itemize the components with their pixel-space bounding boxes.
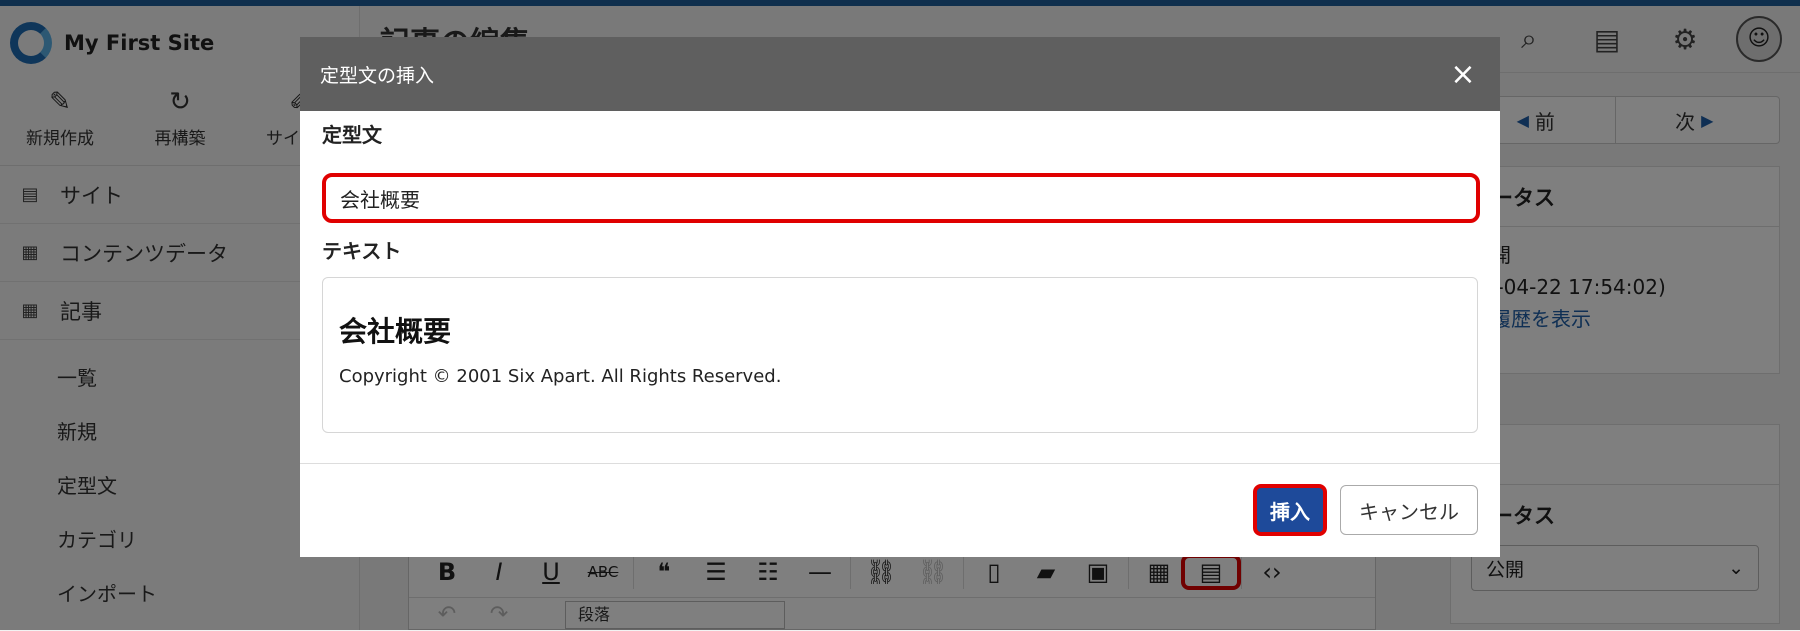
- insert-boilerplate-dialog: 定型文の挿入 × 定型文 テキスト 会社概要 Copyright © 2001 …: [300, 37, 1500, 557]
- dialog-header: 定型文の挿入 ×: [300, 37, 1500, 111]
- text-label: テキスト: [322, 239, 402, 263]
- preview-text: Copyright © 2001 Six Apart. All Rights R…: [339, 366, 782, 387]
- preview-heading: 会社概要: [339, 315, 452, 348]
- dialog-footer: 挿入 キャンセル: [300, 463, 1500, 557]
- close-icon[interactable]: ×: [1446, 57, 1480, 92]
- dialog-title: 定型文の挿入: [320, 64, 435, 87]
- boilerplate-field[interactable]: [322, 173, 1480, 223]
- boilerplate-label: 定型文: [322, 123, 382, 147]
- insert-button[interactable]: 挿入: [1253, 484, 1327, 536]
- cancel-button[interactable]: キャンセル: [1340, 485, 1478, 535]
- text-preview: 会社概要 Copyright © 2001 Six Apart. All Rig…: [322, 277, 1478, 433]
